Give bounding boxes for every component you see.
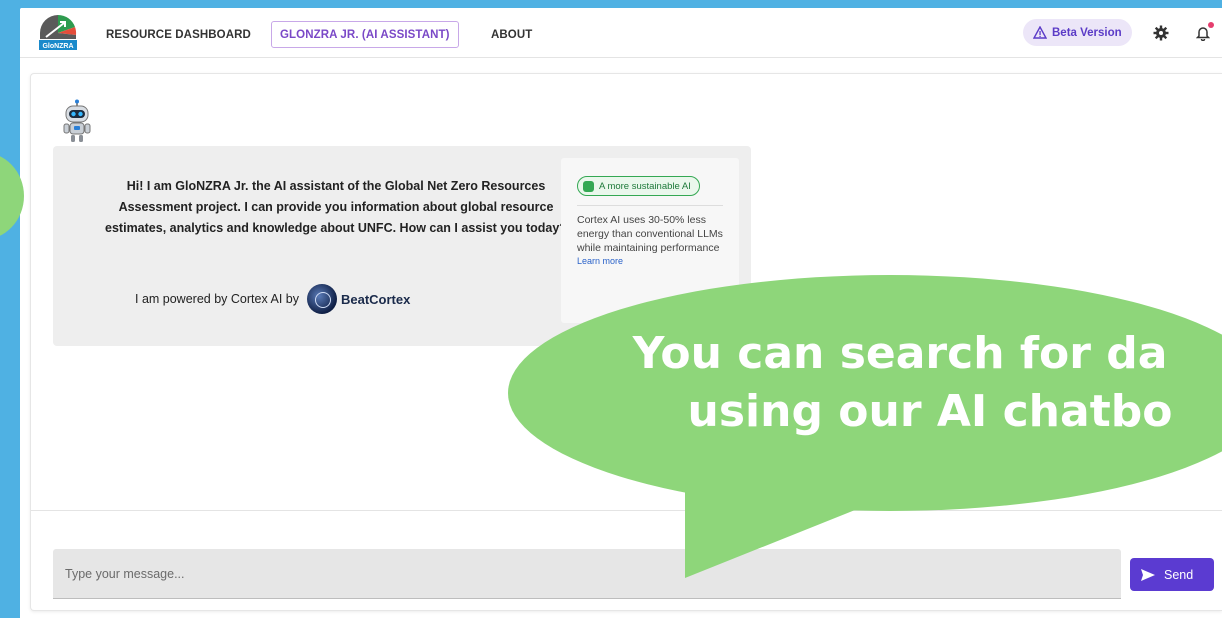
side-card-divider: [577, 204, 723, 206]
leaf-icon: [583, 180, 594, 192]
beta-version-badge[interactable]: Beta Version: [1023, 19, 1132, 46]
gear-icon: [1153, 25, 1169, 41]
glonzra-logo[interactable]: GloNZRA: [38, 13, 78, 51]
tab-about[interactable]: ABOUT: [483, 21, 540, 48]
assistant-greeting: Hi! I am GloNZRA Jr. the AI assistant of…: [105, 179, 567, 235]
powered-by-label: I am powered by Cortex AI by: [135, 292, 299, 306]
learn-more-link[interactable]: Learn more: [577, 255, 723, 267]
assistant-message-card: Hi! I am GloNZRA Jr. the AI assistant of…: [53, 146, 751, 346]
tab-ai-assistant[interactable]: GLONZRA JR. (AI ASSISTANT): [271, 21, 459, 48]
send-icon: [1141, 568, 1155, 581]
beta-version-label: Beta Version: [1052, 26, 1122, 39]
beatcortex-logo[interactable]: BeatCortex: [306, 284, 411, 314]
settings-button[interactable]: [1150, 22, 1172, 44]
sustainability-card: A more sustainable AI Cortex AI uses 30-…: [561, 158, 739, 323]
warning-icon: [1033, 26, 1047, 39]
logo-text: GloNZRA: [42, 43, 73, 50]
sustainable-ai-badge: A more sustainable AI: [577, 176, 700, 196]
notification-dot: [1208, 22, 1214, 28]
sustainability-text: Cortex AI uses 30-50% less energy than c…: [577, 213, 723, 254]
send-button[interactable]: Send: [1130, 558, 1214, 591]
beatcortex-brand: BeatCortex: [340, 291, 411, 307]
speech-callout: You can search for da using our AI chatb…: [560, 325, 1222, 441]
callout-line-2: using our AI chatbo: [687, 386, 1173, 437]
notifications-button[interactable]: [1192, 22, 1214, 44]
send-button-label: Send: [1164, 567, 1194, 582]
robot-avatar-icon: [63, 99, 91, 142]
top-navbar: GloNZRA RESOURCE DASHBOARD GLONZRA JR. (…: [20, 8, 1222, 58]
tab-resource-dashboard[interactable]: RESOURCE DASHBOARD: [98, 21, 259, 48]
bell-icon: [1196, 27, 1210, 41]
app-window: GloNZRA RESOURCE DASHBOARD GLONZRA JR. (…: [20, 8, 1222, 618]
input-divider: [31, 510, 1222, 511]
beatcortex-icon: [306, 284, 337, 314]
sustainable-ai-label: A more sustainable AI: [599, 180, 691, 192]
callout-line-1: You can search for da: [632, 328, 1168, 379]
message-input[interactable]: [53, 549, 1121, 599]
powered-by-row: I am powered by Cortex AI by BeatCortex: [135, 283, 410, 315]
